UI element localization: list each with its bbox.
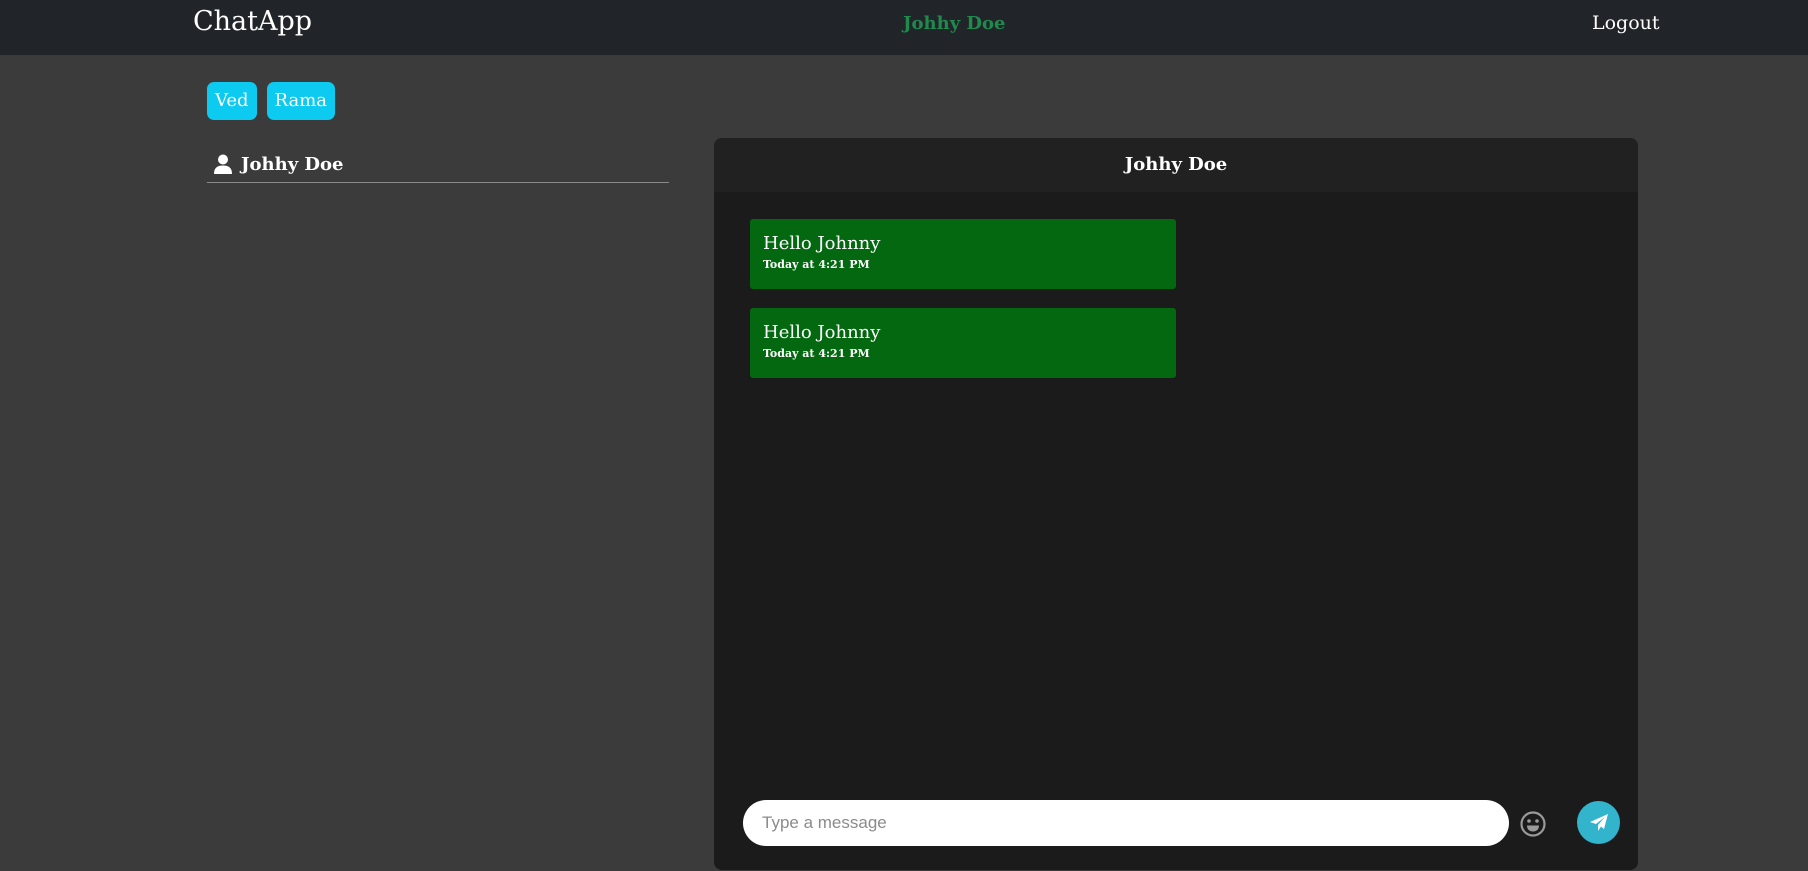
message-input[interactable] xyxy=(743,800,1509,846)
user-list-item-name: Johhy Doe xyxy=(241,153,344,175)
brand-logo[interactable]: ChatApp xyxy=(193,6,312,37)
group-button-ved[interactable]: Ved xyxy=(207,82,257,120)
send-button[interactable] xyxy=(1577,801,1620,844)
user-list-item[interactable]: Johhy Doe xyxy=(207,146,669,183)
chat-panel: Johhy Doe Hello Johnny Today at 4:21 PM … xyxy=(714,138,1638,870)
logout-link[interactable]: Logout xyxy=(1592,12,1660,34)
user-icon xyxy=(214,154,232,174)
user-list: Johhy Doe xyxy=(207,146,669,183)
message-timestamp: Today at 4:21 PM xyxy=(763,347,870,360)
message-bubble: Hello Johnny Today at 4:21 PM xyxy=(750,219,1176,289)
group-button-bar: Ved Rama xyxy=(207,82,336,120)
smiley-icon[interactable] xyxy=(1519,810,1547,838)
group-button-rama[interactable]: Rama xyxy=(266,82,336,120)
message-text: Hello Johnny xyxy=(763,322,881,343)
chat-header-title: Johhy Doe xyxy=(714,138,1638,192)
current-user-name: Johhy Doe xyxy=(903,13,1006,34)
message-composer xyxy=(714,778,1638,870)
message-list: Hello Johnny Today at 4:21 PM Hello John… xyxy=(750,219,1176,397)
message-bubble: Hello Johnny Today at 4:21 PM xyxy=(750,308,1176,378)
top-navbar: ChatApp Johhy Doe Logout xyxy=(0,0,1808,55)
message-timestamp: Today at 4:21 PM xyxy=(763,258,870,271)
paper-plane-icon xyxy=(1589,813,1608,831)
message-text: Hello Johnny xyxy=(763,233,881,254)
